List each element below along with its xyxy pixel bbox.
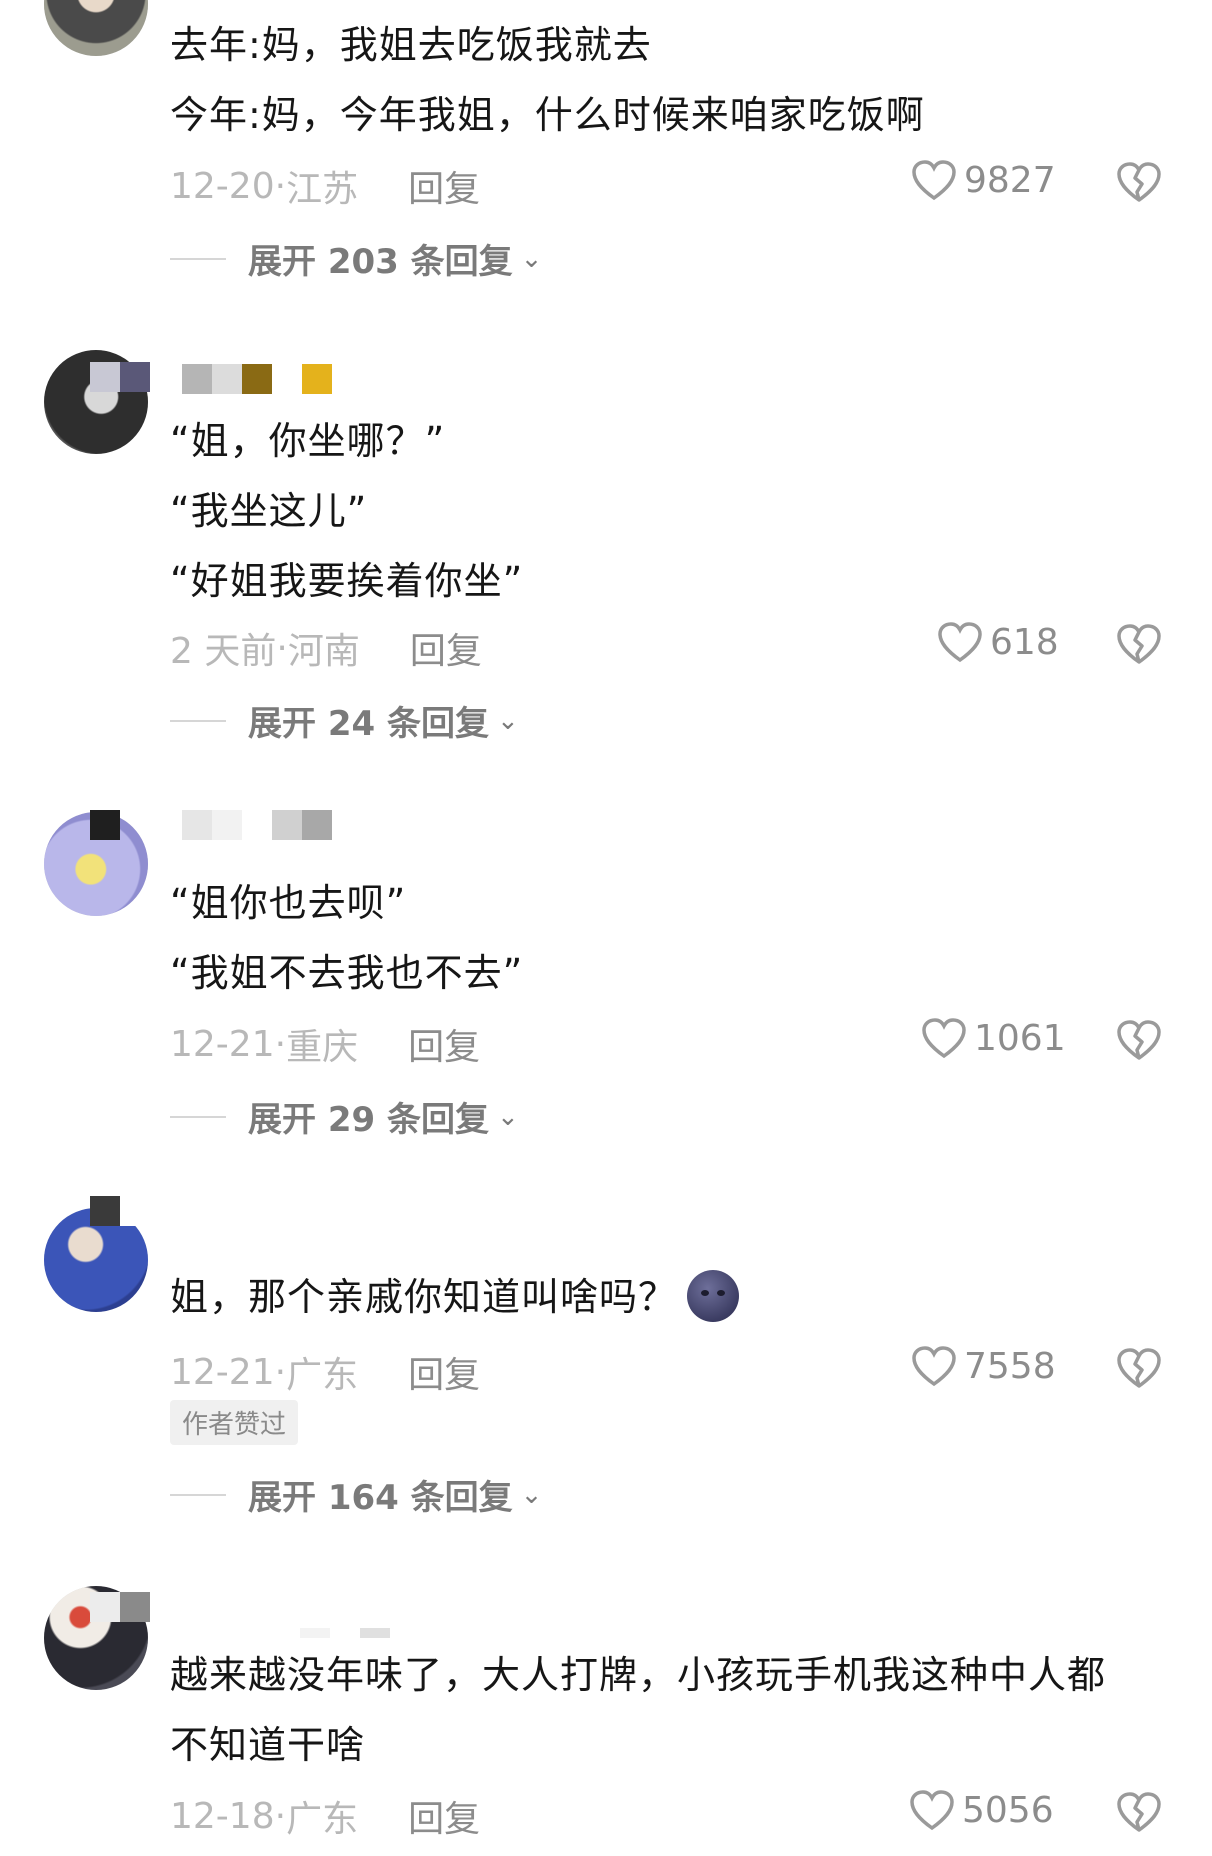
- expand-replies-button[interactable]: 展开 29 条回复 ⌄: [170, 1092, 519, 1141]
- username-mosaic: [182, 810, 332, 840]
- expand-replies-button[interactable]: 展开 203 条回复 ⌄: [170, 234, 542, 283]
- reply-button[interactable]: 回复: [408, 1346, 480, 1398]
- chevron-down-icon: ⌄: [497, 1101, 519, 1132]
- like-count: 7558: [964, 1345, 1056, 1387]
- broken-heart-icon[interactable]: [1115, 158, 1163, 206]
- comment-location: 广东: [286, 1799, 359, 1840]
- like-count: 618: [990, 621, 1059, 663]
- like-count: 5056: [962, 1789, 1054, 1831]
- comment-date: 12-21: [170, 1351, 275, 1393]
- broken-heart-icon[interactable]: [1115, 1788, 1163, 1836]
- like-button[interactable]: 7558: [910, 1344, 1056, 1388]
- username-mosaic: [90, 1196, 150, 1226]
- heart-outline-icon: [912, 160, 956, 201]
- comment-date: 12-21: [170, 1023, 275, 1065]
- comment-date: 12-20: [170, 165, 275, 207]
- author-liked-badge: 作者赞过: [170, 1400, 299, 1445]
- like-button[interactable]: 618: [936, 620, 1059, 664]
- comment-meta: 12-21 · 重庆 回复: [170, 1018, 480, 1070]
- heart-outline-icon: [938, 622, 982, 663]
- expand-replies-button[interactable]: 展开 164 条回复 ⌄: [170, 1470, 542, 1519]
- heart-outline-icon: [912, 1346, 956, 1387]
- reply-button[interactable]: 回复: [410, 622, 482, 674]
- reply-button[interactable]: 回复: [408, 160, 480, 212]
- comment-location: 河南: [287, 631, 360, 672]
- comment-location: 广东: [286, 1355, 359, 1396]
- heart-outline-icon: [922, 1018, 966, 1059]
- username-mosaic: [300, 1628, 390, 1638]
- reply-button[interactable]: 回复: [408, 1790, 480, 1842]
- like-button[interactable]: 9827: [910, 158, 1056, 202]
- comment-text: 姐，那个亲戚你知道叫啥吗？: [170, 1262, 740, 1332]
- comment-location: 江苏: [286, 169, 359, 210]
- like-count: 9827: [964, 159, 1056, 201]
- comment-date: 12-18: [170, 1795, 275, 1837]
- like-button[interactable]: 5056: [908, 1788, 1054, 1832]
- comment-meta: 2 天前 · 河南 回复: [170, 622, 482, 674]
- chevron-down-icon: ⌄: [520, 1479, 543, 1510]
- username-mosaic: [182, 364, 332, 394]
- comment-meta: 12-20 · 江苏 回复: [170, 160, 480, 212]
- broken-heart-icon[interactable]: [1115, 620, 1163, 668]
- comment-date: 2 天前: [170, 631, 277, 672]
- avatar[interactable]: [44, 0, 148, 56]
- broken-heart-icon[interactable]: [1115, 1016, 1163, 1064]
- chevron-down-icon: ⌄: [497, 705, 519, 736]
- comment-meta: 12-18 · 广东 回复: [170, 1790, 480, 1842]
- heart-outline-icon: [910, 1790, 954, 1831]
- comment-text: 越来越没年味了，大人打牌，小孩玩手机我这种中人都 不知道干啥: [170, 1653, 1107, 1767]
- comment-text: “姐，你坐哪？” “我坐这儿” “好姐我要挨着你坐”: [170, 419, 524, 603]
- like-count: 1061: [974, 1017, 1066, 1059]
- reply-button[interactable]: 回复: [408, 1018, 480, 1070]
- comment-meta: 12-21 · 广东 回复: [170, 1346, 480, 1398]
- comment-text: “姐你也去呗” “我姐不去我也不去”: [170, 881, 524, 995]
- like-button[interactable]: 1061: [920, 1016, 1066, 1060]
- username-mosaic: [90, 810, 120, 840]
- username-mosaic: [90, 1592, 150, 1622]
- comment-text: 去年:妈，我姐去吃饭我就去 今年:妈，今年我姐，什么时候来咱家吃饭啊: [170, 23, 925, 137]
- chevron-down-icon: ⌄: [520, 243, 543, 274]
- username-mosaic: [90, 362, 150, 392]
- comment-location: 重庆: [286, 1027, 359, 1068]
- new-moon-face-emoji: [687, 1269, 740, 1322]
- broken-heart-icon[interactable]: [1115, 1344, 1163, 1392]
- expand-replies-button[interactable]: 展开 24 条回复 ⌄: [170, 696, 519, 745]
